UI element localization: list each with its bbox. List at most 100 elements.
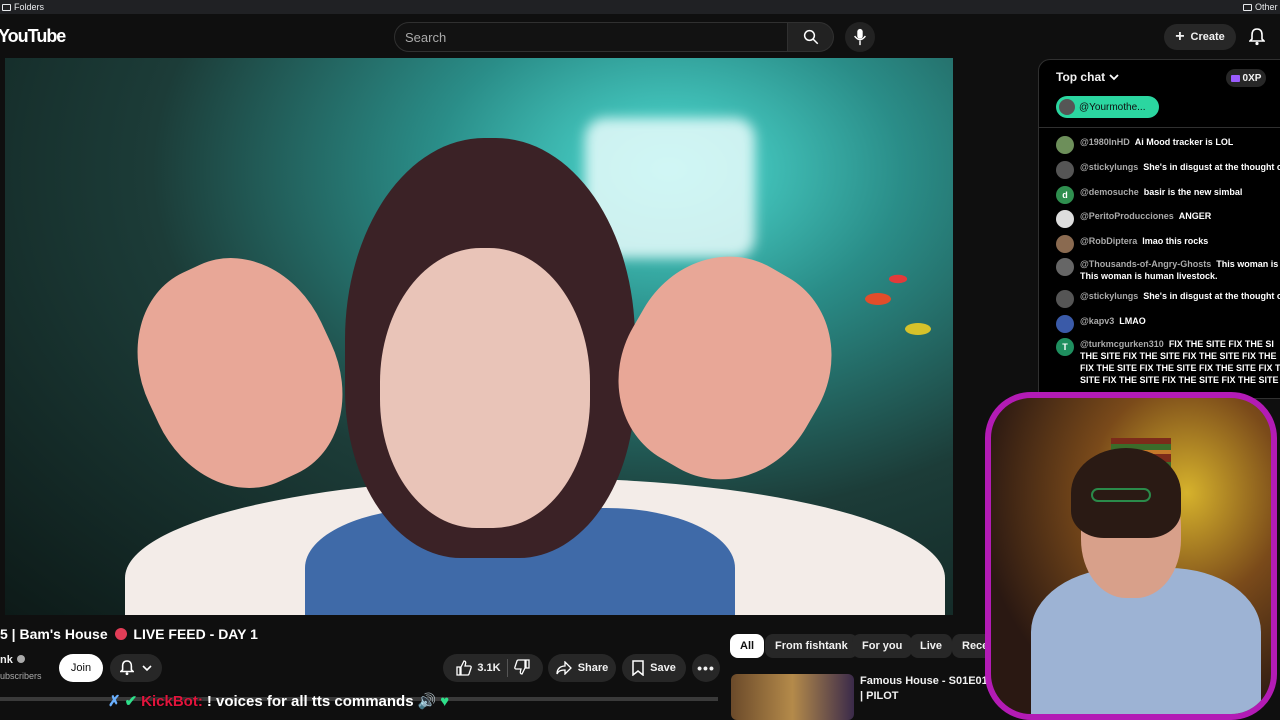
join-button[interactable]: Join: [59, 654, 103, 682]
avatar: [1059, 99, 1075, 115]
share-label: Share: [577, 662, 609, 674]
chat-message-body: @PeritoProducciones ANGER: [1080, 210, 1211, 228]
search-icon: [803, 29, 818, 45]
channel-name-text: nk: [0, 654, 13, 666]
xp-label: 0XP: [1242, 72, 1262, 84]
dislike-button[interactable]: [513, 658, 530, 678]
chat-message-body: @1980InHD Ai Mood tracker is LOL: [1080, 136, 1233, 154]
chat-author[interactable]: @stickylungs: [1080, 291, 1138, 301]
bookmark-label: Folders: [14, 2, 45, 12]
ticker-text: ! voices for all tts commands: [206, 692, 414, 710]
bookmark-other[interactable]: Other: [1243, 0, 1278, 14]
video-title: 5 | Bam's House LIVE FEED - DAY 1: [0, 626, 258, 642]
speaker-icon: 🔊: [417, 693, 437, 710]
bell-icon: [120, 660, 134, 676]
chat-message: @RobDiptera lmao this rocks: [1056, 235, 1280, 253]
divider: [1038, 127, 1280, 128]
chat-author[interactable]: @Thousands-of-Angry-Ghosts: [1080, 259, 1211, 269]
chat-message: T @turkmcgurken310 FIX THE SITE FIX THE SI…: [1056, 338, 1280, 386]
bookmark-icon: [632, 660, 644, 676]
avatar[interactable]: [1056, 258, 1074, 276]
avatar[interactable]: [1056, 290, 1074, 308]
verified-icon: [16, 655, 25, 663]
chat-author[interactable]: @stickylungs: [1080, 162, 1138, 172]
share-icon: [556, 661, 572, 675]
divider: [506, 659, 508, 677]
like-count: 3.1K: [477, 662, 501, 674]
microphone-icon: [854, 28, 866, 46]
chat-message-body: @RobDiptera lmao this rocks: [1080, 235, 1208, 253]
xp-badge[interactable]: 0XP: [1226, 69, 1266, 87]
avatar[interactable]: T: [1056, 338, 1074, 356]
recommendation-thumbnail[interactable]: [731, 674, 854, 720]
search-input[interactable]: Search: [394, 22, 788, 52]
facecam-glasses: [1091, 488, 1151, 502]
chat-mode-selector[interactable]: Top chat: [1056, 70, 1119, 84]
avatar[interactable]: [1056, 136, 1074, 154]
avatar[interactable]: [1056, 161, 1074, 179]
youtube-logo[interactable]: YouTube: [0, 26, 66, 47]
chevron-down-icon: [1109, 74, 1119, 81]
chat-message-body: @turkmcgurken310 FIX THE SITE FIX THE SI T…: [1080, 338, 1280, 386]
title-suffix: LIVE FEED - DAY 1: [133, 626, 258, 642]
bell-icon: [1249, 28, 1265, 46]
thumbs-up-icon: [456, 660, 473, 676]
notifications-button[interactable]: [1246, 26, 1268, 48]
chat-message: @1980InHD Ai Mood tracker is LOL: [1056, 136, 1280, 154]
more-actions-button[interactable]: •••: [692, 654, 720, 682]
chat-message: d @demosuche basir is the new simbal: [1056, 186, 1280, 204]
chat-text: THE SITE FIX THE SITE FIX THE SITE FIX T…: [1080, 351, 1277, 361]
avatar[interactable]: [1056, 315, 1074, 333]
heart-icon: ♥: [440, 692, 450, 710]
chip-all[interactable]: All: [730, 634, 765, 658]
avatar[interactable]: d: [1056, 186, 1074, 204]
check-icon: ✔: [124, 693, 138, 710]
chat-author[interactable]: @1980InHD: [1080, 137, 1130, 147]
folder-icon: [2, 3, 11, 11]
chat-text: lmao this rocks: [1142, 236, 1209, 246]
more-icon: •••: [697, 660, 715, 676]
chat-author[interactable]: @PeritoProducciones: [1080, 211, 1174, 221]
share-button[interactable]: Share: [548, 654, 616, 682]
chat-author[interactable]: @turkmcgurken310: [1080, 339, 1164, 349]
search-button[interactable]: [788, 22, 834, 52]
save-button[interactable]: Save: [622, 654, 686, 682]
chat-message: @stickylungs She's in disgust at the thou…: [1056, 290, 1280, 308]
chat-message: @PeritoProducciones ANGER: [1056, 210, 1280, 228]
subscription-bell-button[interactable]: [110, 654, 162, 682]
chat-mode-label: Top chat: [1056, 70, 1106, 84]
video-face: [380, 248, 590, 528]
chat-message: @kapv3 LMAO: [1056, 315, 1280, 333]
create-button[interactable]: + Create: [1164, 24, 1236, 50]
save-label: Save: [650, 662, 676, 674]
avatar[interactable]: [1056, 235, 1074, 253]
fish: [905, 323, 931, 335]
chat-author[interactable]: @kapv3: [1080, 316, 1114, 326]
channel-name[interactable]: nk: [0, 654, 25, 666]
chip-for-you[interactable]: For you: [852, 634, 913, 658]
fish: [865, 293, 891, 305]
chat-text: FIX THE SITE FIX THE SITE FIX THE SITE F…: [1080, 363, 1280, 373]
avatar[interactable]: [1056, 210, 1074, 228]
like-button[interactable]: 3.1K: [456, 660, 501, 676]
chat-text: She's in disgust at the thought o: [1143, 162, 1280, 172]
bookmarks-bar: Folders Other: [0, 0, 1280, 14]
subscriber-count: ubscribers: [0, 671, 42, 681]
chat-text: This woman is: [1216, 259, 1279, 269]
video-player[interactable]: [5, 58, 953, 615]
pinned-chip[interactable]: @Yourmothe...: [1056, 96, 1159, 118]
chip-from-channel[interactable]: From fishtank: [765, 634, 858, 658]
gem-icon: [1230, 74, 1240, 82]
facecam-overlay: [985, 392, 1277, 720]
chat-message: @stickylungs She's in disgust at the thou…: [1056, 161, 1280, 179]
bookmark-folders[interactable]: Folders: [2, 0, 44, 14]
chip-live[interactable]: Live: [910, 634, 953, 658]
chat-author[interactable]: @demosuche: [1080, 187, 1139, 197]
chat-author[interactable]: @RobDiptera: [1080, 236, 1137, 246]
chat-message-body: @Thousands-of-Angry-Ghosts This woman is T…: [1080, 258, 1278, 282]
chat-text: This woman is human livestock.: [1080, 271, 1218, 281]
voice-search-button[interactable]: [845, 22, 875, 52]
recommendation-title[interactable]: Famous House - S01E01 | PILOT: [860, 674, 990, 704]
sword-icon: ✗: [108, 693, 121, 710]
create-label: Create: [1190, 31, 1225, 43]
